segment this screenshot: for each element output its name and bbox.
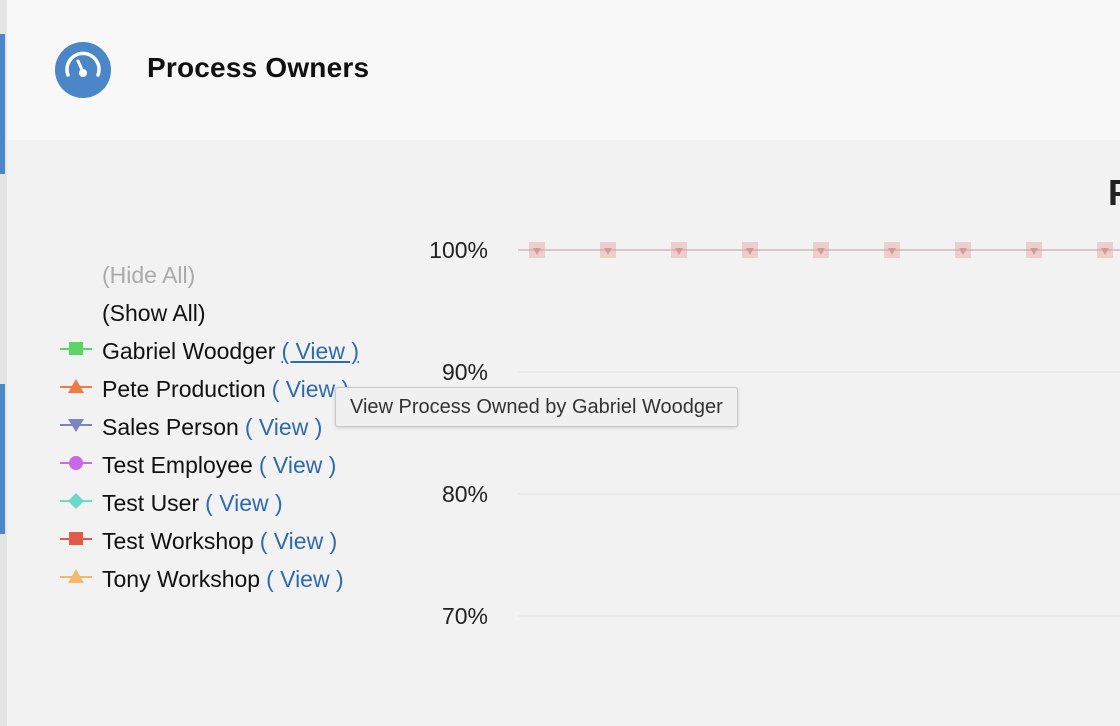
legend-item-label: Test Employee [102,452,253,478]
legend-item-label: Gabriel Woodger [102,338,276,364]
legend-marker-diamond-icon [60,493,92,509]
legend-marker-circle-icon [60,456,92,470]
view-process-link[interactable]: ( View ) [205,490,283,516]
y-tick-label: 90% [442,359,488,385]
view-process-link[interactable]: ( View ) [260,528,338,554]
y-tick-label: 80% [442,481,488,507]
legend-item-text: Gabriel Woodger( View ) [102,336,359,366]
legend-item-text: Tony Workshop( View ) [102,564,344,594]
legend-marker-square-icon [60,342,92,355]
show-all-link[interactable]: (Show All) [102,298,206,328]
view-process-link[interactable]: ( View ) [259,452,337,478]
legend-item-label: Pete Production [102,376,266,402]
legend-item-label: Test Workshop [102,528,254,554]
legend-marker-triangle-up-icon [60,379,92,393]
legend-marker-square-icon [60,532,92,545]
legend-item-text: Sales Person( View ) [102,412,322,442]
view-process-link[interactable]: ( View ) [266,566,344,592]
view-process-link[interactable]: ( View ) [245,414,323,440]
tooltip: View Process Owned by Gabriel Woodger [335,387,738,427]
legend-item-label: Tony Workshop [102,566,261,592]
legend-item-text: Test User( View ) [102,488,283,518]
legend-item-text: Pete Production( View ) [102,374,349,404]
legend-marker-triangle-up-icon [60,569,92,583]
legend-item-label: Test User [102,490,200,516]
legend-item-label: Sales Person [102,414,239,440]
y-tick-label: 100% [429,237,488,263]
hide-all-link[interactable]: (Hide All) [102,260,195,290]
legend-marker-triangle-down-icon [60,419,92,432]
chart-title: F [1108,172,1120,213]
legend-item-text: Test Workshop( View ) [102,526,337,556]
legend-item-text: Test Employee( View ) [102,450,336,480]
view-process-link[interactable]: ( View ) [281,338,359,364]
y-tick-label: 70% [442,603,488,629]
